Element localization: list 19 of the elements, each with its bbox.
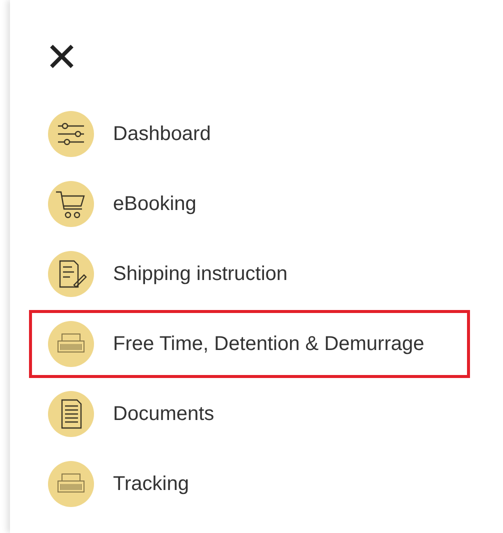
barcode-box-icon xyxy=(48,461,94,507)
menu-item[interactable]: Dashboard xyxy=(29,111,503,157)
menu-item-label: Shipping instruction xyxy=(113,262,288,287)
sliders-icon xyxy=(48,111,94,157)
menu-item-label: Dashboard xyxy=(113,122,211,147)
highlighted-menu-item[interactable]: Free Time, Detention & Demurrage xyxy=(29,310,470,378)
menu-item[interactable]: Documents xyxy=(29,391,503,437)
document-icon xyxy=(48,391,94,437)
barcode-box-icon xyxy=(48,321,94,367)
menu-item-label: eBooking xyxy=(113,192,196,217)
menu-item[interactable]: Shipping instruction xyxy=(29,251,503,297)
menu-item-label: Free Time, Detention & Demurrage xyxy=(113,332,424,357)
form-with-pen-icon xyxy=(48,251,94,297)
menu-item[interactable]: eBooking xyxy=(29,181,503,227)
menu-item-label: Tracking xyxy=(113,472,189,497)
cart-icon xyxy=(48,181,94,227)
menu-item[interactable]: Tracking xyxy=(29,461,503,507)
close-button[interactable]: ✕ xyxy=(42,36,82,80)
menu-item-label: Documents xyxy=(113,402,214,427)
